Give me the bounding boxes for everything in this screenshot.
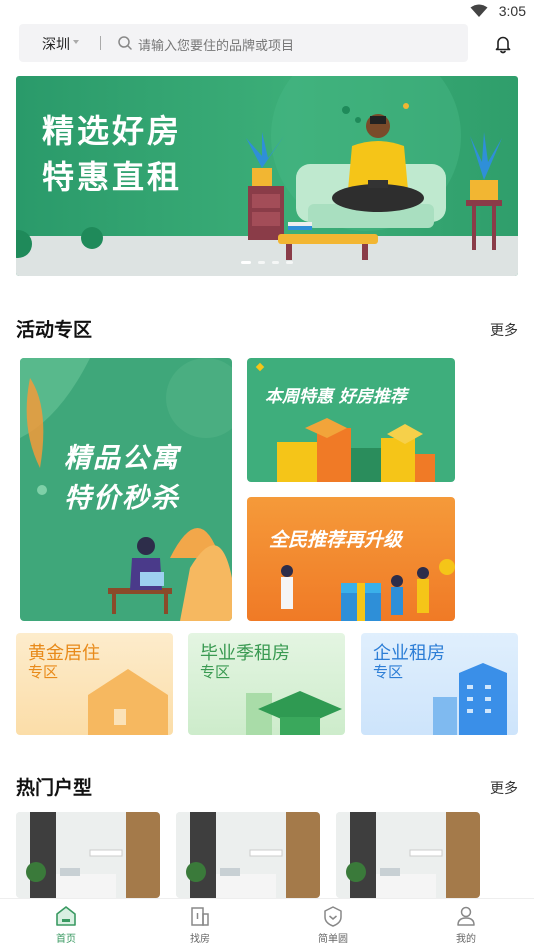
banner-line-1: 精选好房 [42,112,183,150]
room-card[interactable] [176,812,320,898]
search-icon [118,36,132,50]
bell-icon[interactable] [494,34,512,54]
zone-corporate[interactable]: 企业租房 专区 [361,633,518,735]
card-weekly-deals[interactable]: 本周特惠 好房推荐 [247,358,455,482]
hot-rooms-more-link[interactable]: 更多 [490,778,518,798]
search-input[interactable]: 请输入您要住的品牌或项目 [138,35,294,54]
room-photo [176,812,320,898]
weekly-illustration [255,362,435,482]
card-referral[interactable]: 全民推荐再升级 [247,497,455,621]
search-bar[interactable]: 深圳 请输入您要住的品牌或项目 [19,24,468,62]
room-card[interactable] [336,812,480,898]
tab-mine[interactable]: 我的 [436,905,496,945]
tab-home[interactable]: 首页 [36,905,96,945]
home-icon [56,906,76,926]
pager-dot [286,261,293,264]
referral-illustration [281,559,455,621]
user-icon [457,906,475,926]
zone-golden-living[interactable]: 黄金居住 专区 [16,633,173,735]
room-photo [336,812,480,898]
zone-sub: 专区 [28,663,59,681]
building-icon [191,907,209,926]
zone-sub: 专区 [200,663,231,681]
card-boutique-apartment[interactable]: 精品公寓 特价秒杀 [20,358,232,621]
boutique-line-2: 特价秒杀 [64,483,180,514]
room-card[interactable] [16,812,160,898]
activity-more-link[interactable]: 更多 [490,320,518,340]
tab-label: 简单圆 [318,934,348,945]
status-bar: 3:05 [0,0,534,24]
tab-label: 首页 [56,934,76,945]
section-title-hot-rooms: 热门户型 [16,777,93,799]
pager-dot [241,261,251,264]
shield-icon [324,906,342,927]
boutique-line-1: 精品公寓 [64,443,180,474]
divider [100,36,101,50]
wifi-icon [470,4,488,17]
tab-simple-circle[interactable]: 简单圆 [303,905,363,945]
promo-banner[interactable]: 精选好房 特惠直租 [16,76,518,276]
bottom-tab-bar: 首页 找房 简单圆 我的 [0,898,534,949]
tab-find-room[interactable]: 找房 [170,905,230,945]
weekly-label: 本周特惠 好房推荐 [265,387,407,407]
referral-label: 全民推荐再升级 [269,529,403,551]
section-title-activity: 活动专区 [16,319,93,341]
caret-down-icon[interactable] [73,40,79,44]
pager-dot [258,261,265,264]
zone-sub: 专区 [373,663,404,681]
room-photo [16,812,160,898]
banner-line-2: 特惠直租 [42,158,183,196]
city-selector[interactable]: 深圳 [42,34,70,54]
zone-graduation[interactable]: 毕业季租房 专区 [188,633,345,735]
banner-pager [241,261,293,264]
pager-dot [272,261,279,264]
tab-label: 找房 [190,934,210,945]
status-time: 3:05 [498,3,526,19]
banner-title: 精选好房 特惠直租 [42,108,182,200]
tab-label: 我的 [456,934,476,945]
